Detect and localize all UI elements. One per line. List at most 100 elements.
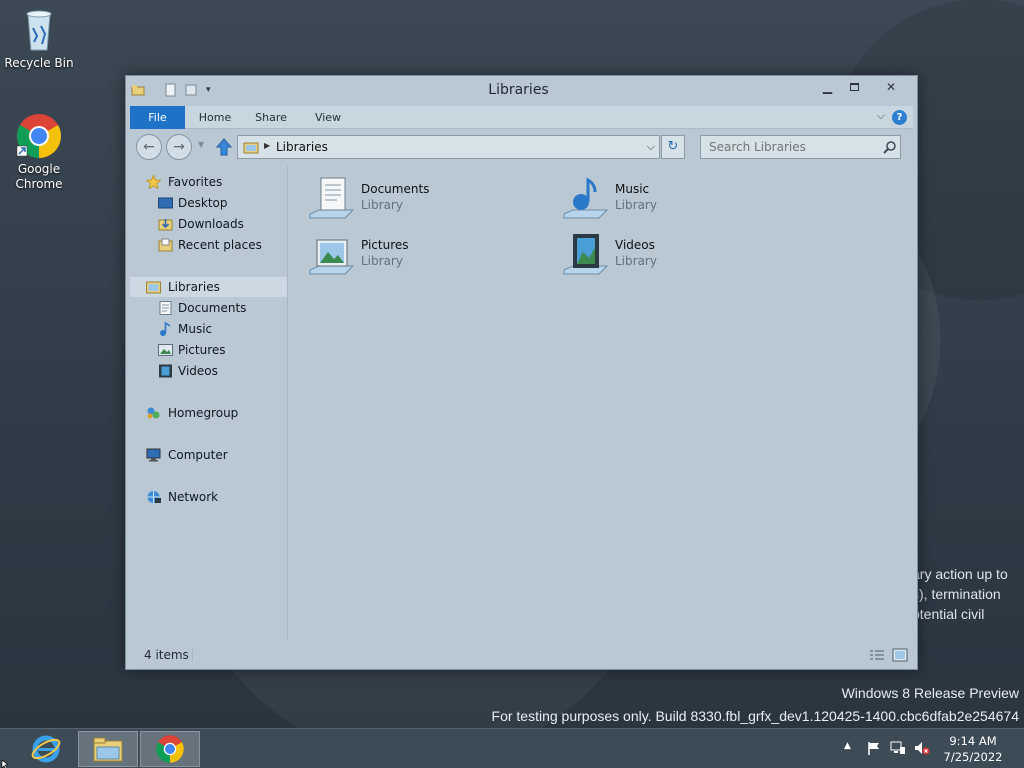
minimize-icon: ▁: [822, 80, 833, 94]
clock-time: 9:14 AM: [949, 734, 997, 748]
tab-share[interactable]: Share: [246, 106, 296, 129]
videos-library-icon: [561, 230, 611, 280]
tab-file[interactable]: File: [130, 106, 185, 129]
sidebar-item-libraries[interactable]: Libraries: [130, 277, 287, 297]
up-button[interactable]: [215, 137, 233, 157]
taskbar-chrome[interactable]: [140, 731, 200, 767]
recent-locations-icon[interactable]: ▼: [198, 140, 204, 149]
volume-muted-icon[interactable]: [914, 741, 930, 755]
forward-arrow-icon: →: [173, 139, 185, 155]
libraries-address-icon: [243, 142, 259, 154]
clock-date: 7/25/2022: [943, 750, 1003, 764]
library-type: Library: [615, 254, 657, 268]
ie-icon: [31, 735, 61, 763]
sidebar-item-network[interactable]: Network: [130, 487, 287, 507]
address-bar[interactable]: ▶ Libraries ⌵: [237, 135, 660, 159]
watermark-text: ary action up to s), termination otentia…: [912, 564, 1024, 624]
title-bar[interactable]: ▾ Libraries ▁ ✕: [126, 76, 917, 104]
forward-button[interactable]: →: [166, 134, 192, 160]
folder-icon: [93, 737, 123, 762]
status-bar: 4 items: [130, 644, 913, 666]
watermark-line: ary action up to: [912, 566, 1008, 582]
help-icon[interactable]: ?: [892, 110, 907, 125]
build-edition-text: Windows 8 Release Preview: [841, 685, 1019, 701]
sidebar-item-documents[interactable]: Documents: [130, 298, 287, 318]
pictures-icon: [158, 343, 173, 357]
sidebar-item-label: Libraries: [168, 280, 220, 294]
large-icons-view-button[interactable]: [892, 648, 908, 662]
breadcrumb-arrow-icon[interactable]: ▶: [264, 141, 270, 150]
sidebar-item-music[interactable]: Music: [130, 319, 287, 339]
library-item-pictures[interactable]: Pictures Library: [307, 230, 537, 282]
network-tray-icon[interactable]: [890, 741, 906, 755]
computer-icon: [146, 448, 161, 462]
tab-home[interactable]: Home: [190, 106, 240, 129]
search-icon[interactable]: [883, 140, 897, 154]
library-item-documents[interactable]: Documents Library: [307, 174, 537, 226]
search-input[interactable]: [700, 135, 901, 159]
sidebar-item-pictures[interactable]: Pictures: [130, 340, 287, 360]
library-item-music[interactable]: Music Library: [561, 174, 791, 226]
star-icon: [145, 174, 162, 190]
library-item-videos[interactable]: Videos Library: [561, 230, 791, 282]
recycle-bin-shortcut[interactable]: Recycle Bin: [2, 6, 76, 71]
library-type: Library: [361, 254, 403, 268]
details-view-icon: [870, 650, 884, 660]
file-list: Documents Library Music Library Pictures…: [289, 166, 913, 639]
item-count: 4 items: [144, 648, 189, 662]
sidebar-item-homegroup[interactable]: Homegroup: [130, 403, 287, 423]
maximize-button[interactable]: [841, 77, 868, 97]
navigation-bar: ← → ▼ ▶ Libraries ⌵ ↻: [130, 132, 913, 162]
details-view-button[interactable]: [869, 648, 885, 662]
homegroup-icon: [146, 406, 161, 420]
expand-ribbon-icon[interactable]: ⌵: [877, 109, 885, 123]
recycle-bin-label: Recycle Bin: [4, 56, 74, 70]
sidebar-item-recent-places[interactable]: Recent places: [130, 235, 287, 255]
videos-icon: [158, 364, 173, 378]
chrome-icon: [156, 735, 184, 763]
refresh-button[interactable]: ↻: [661, 135, 685, 159]
maximize-icon: [850, 83, 859, 91]
explorer-window: ▾ Libraries ▁ ✕ File Home Share View ⌵ ?…: [125, 75, 918, 670]
sidebar-item-videos[interactable]: Videos: [130, 361, 287, 381]
sidebar-item-label: Computer: [168, 448, 228, 462]
google-chrome-shortcut[interactable]: Google Chrome: [2, 112, 76, 192]
sidebar-item-downloads[interactable]: Downloads: [130, 214, 287, 234]
tab-view[interactable]: View: [304, 106, 352, 129]
desktop: Recycle Bin Google Chrome ary action up …: [0, 0, 1024, 728]
ribbon-tabs: File Home Share View ⌵ ?: [130, 106, 913, 129]
clock[interactable]: 9:14 AM 7/25/2022: [930, 733, 1016, 765]
google-chrome-label: Google Chrome: [15, 162, 63, 191]
sidebar-item-computer[interactable]: Computer: [130, 445, 287, 465]
downloads-icon: [158, 217, 173, 231]
taskbar: ▲ 9:14 AM 7/25/2022: [0, 728, 1024, 768]
library-name: Pictures: [361, 238, 409, 252]
breadcrumb[interactable]: Libraries: [276, 140, 328, 154]
window-title: Libraries: [488, 82, 549, 98]
back-button[interactable]: ←: [136, 134, 162, 160]
sidebar-item-desktop[interactable]: Desktop: [130, 193, 287, 213]
taskbar-internet-explorer[interactable]: [16, 731, 76, 767]
back-arrow-icon: ←: [143, 139, 155, 155]
refresh-icon: ↻: [667, 139, 679, 154]
sidebar-item-label: Pictures: [178, 343, 226, 357]
show-hidden-icons-icon[interactable]: ▲: [844, 741, 860, 755]
taskbar-file-explorer[interactable]: [78, 731, 138, 767]
sidebar-item-favorites[interactable]: Favorites: [130, 172, 287, 192]
minimize-button[interactable]: ▁: [814, 77, 841, 97]
action-center-flag-icon[interactable]: [866, 741, 882, 755]
sidebar-item-label: Network: [168, 490, 219, 504]
library-type: Library: [615, 198, 657, 212]
mouse-cursor: [1, 758, 11, 768]
sidebar-item-label: Homegroup: [168, 406, 239, 420]
sidebar-item-label: Recent places: [178, 238, 262, 252]
close-icon: ✕: [885, 80, 897, 94]
library-name: Documents: [361, 182, 430, 196]
status-divider: [192, 648, 193, 662]
large-icons-view-icon: [892, 648, 908, 662]
close-button[interactable]: ✕: [868, 77, 914, 97]
documents-library-icon: [307, 174, 357, 224]
recent-places-icon: [158, 238, 173, 252]
address-dropdown-icon[interactable]: ⌵: [647, 140, 655, 154]
sidebar-item-label: Desktop: [178, 196, 228, 210]
